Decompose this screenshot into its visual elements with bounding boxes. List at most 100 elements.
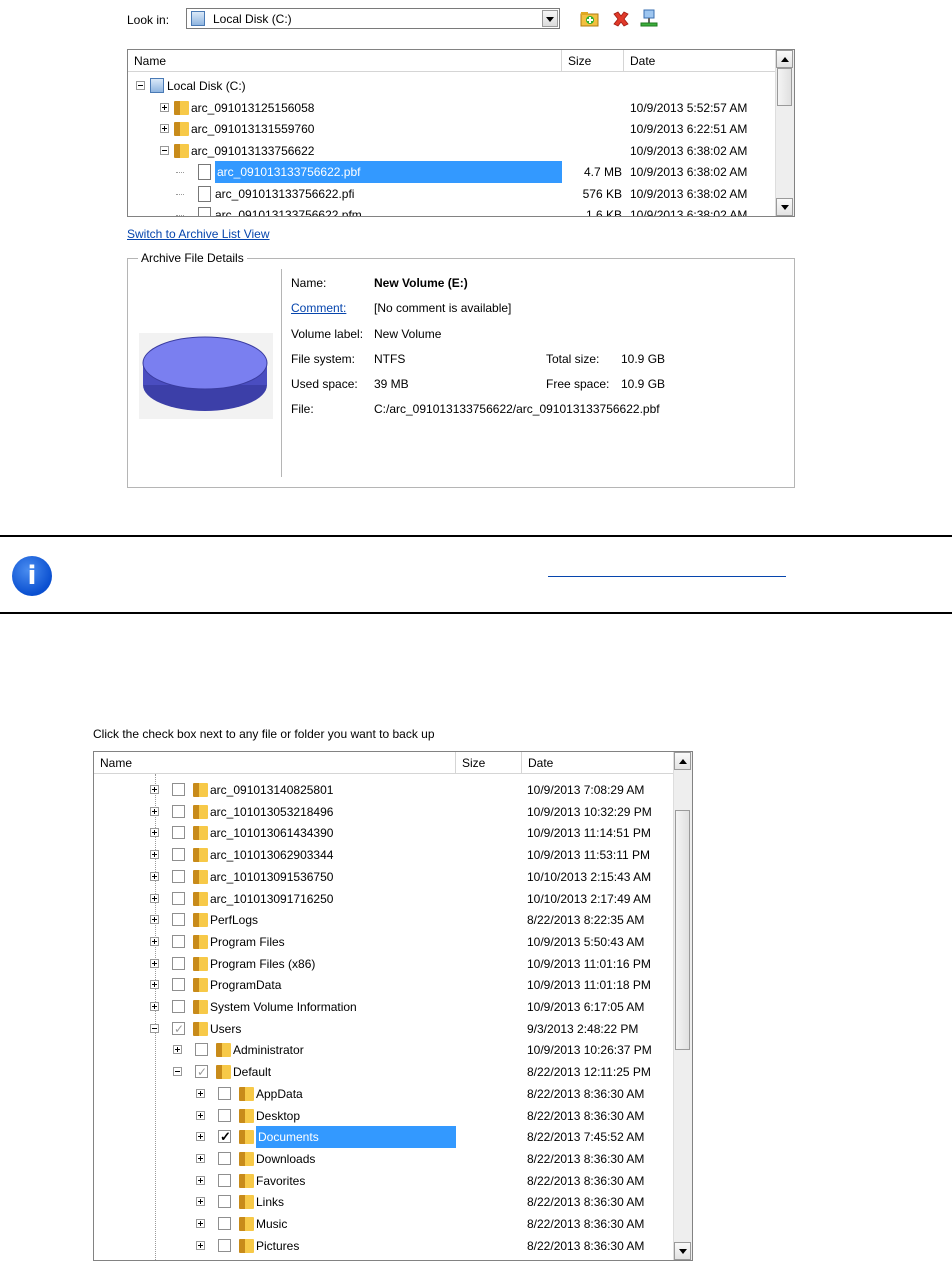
- expand-toggle[interactable]: [160, 102, 169, 112]
- row-checkbox[interactable]: [172, 783, 185, 796]
- backup-column-header-size[interactable]: Size: [456, 752, 522, 774]
- row-checkbox[interactable]: [172, 848, 185, 862]
- table-row[interactable]: arc_101013061434390 10/9/2013 11:14:51 PM: [94, 822, 676, 844]
- backup-tree[interactable]: Name Size Date arc_091013140825801 10/9/2…: [93, 751, 693, 1261]
- row-checkbox[interactable]: [172, 913, 185, 927]
- expand-toggle[interactable]: [196, 1197, 205, 1207]
- expand-toggle[interactable]: [150, 980, 159, 990]
- table-row[interactable]: arc_091013133756622.pfi 576 KB 10/9/2013 6…: [128, 183, 778, 205]
- table-row[interactable]: ProgramData 10/9/2013 11:01:18 PM: [94, 974, 676, 996]
- table-row[interactable]: Program Files 10/9/2013 5:50:43 AM: [94, 931, 676, 953]
- expand-toggle[interactable]: [196, 1110, 205, 1120]
- row-checkbox[interactable]: [172, 1018, 185, 1040]
- row-checkbox[interactable]: [195, 1043, 208, 1057]
- collapse-toggle[interactable]: [173, 1067, 182, 1077]
- scroll-up-button[interactable]: [776, 50, 793, 68]
- table-row[interactable]: arc_101013062903344 10/9/2013 11:53:11 PM: [94, 844, 676, 866]
- expand-toggle[interactable]: [150, 1002, 159, 1011]
- table-row[interactable]: Documents 8/22/2013 7:45:52 AM: [94, 1126, 676, 1149]
- table-row[interactable]: Favorites 8/22/2013 8:36:30 AM: [94, 1170, 676, 1192]
- table-row[interactable]: Users 9/3/2013 2:48:22 PM: [94, 1018, 676, 1040]
- expand-toggle[interactable]: [196, 1219, 205, 1228]
- backup-tree-scrollbar[interactable]: [673, 752, 692, 1260]
- backup-scroll-thumb[interactable]: [675, 810, 690, 1050]
- switch-to-archive-list-link[interactable]: Switch to Archive List View: [127, 227, 270, 241]
- expand-toggle[interactable]: [196, 1132, 205, 1142]
- table-row[interactable]: Links 8/22/2013 8:36:30 AM: [94, 1191, 676, 1213]
- collapse-toggle[interactable]: [160, 145, 169, 155]
- row-checkbox[interactable]: [172, 891, 185, 905]
- table-row[interactable]: System Volume Information 10/9/2013 6:17:…: [94, 996, 676, 1018]
- backup-scroll-down-button[interactable]: [674, 1242, 691, 1260]
- row-checkbox[interactable]: [172, 956, 185, 970]
- table-row[interactable]: arc_101013053218496 10/9/2013 10:32:29 PM: [94, 801, 676, 823]
- table-row[interactable]: arc_101013091536750 10/10/2013 2:15:43 AM: [94, 866, 676, 888]
- table-row[interactable]: arc_091013133756622.pfm 1.6 KB 10/9/2013 6…: [128, 204, 778, 216]
- expand-toggle[interactable]: [196, 1240, 205, 1250]
- note-link-underline[interactable]: [548, 576, 786, 578]
- column-header-name[interactable]: Name: [128, 50, 562, 72]
- expand-toggle[interactable]: [150, 871, 159, 881]
- expand-toggle[interactable]: [196, 1175, 205, 1185]
- collapse-toggle[interactable]: [136, 81, 145, 90]
- row-checkbox[interactable]: [195, 1061, 208, 1083]
- look-in-dropdown-button[interactable]: [542, 10, 558, 27]
- table-row[interactable]: arc_091013140825801 10/9/2013 7:08:29 AM: [94, 779, 676, 801]
- table-row[interactable]: arc_091013133756622.pbf 4.7 MB 10/9/2013 6…: [128, 161, 778, 183]
- table-row[interactable]: Program Files (x86) 10/9/2013 11:01:16 PM: [94, 953, 676, 975]
- table-row[interactable]: AppData 8/22/2013 8:36:30 AM: [94, 1083, 676, 1105]
- table-row[interactable]: PerfLogs 8/22/2013 8:22:35 AM: [94, 909, 676, 931]
- table-row[interactable]: arc_091013133756622 10/9/2013 6:38:02 AM: [128, 140, 778, 162]
- backup-scroll-up-button[interactable]: [674, 752, 691, 770]
- expand-toggle[interactable]: [150, 958, 159, 968]
- row-checkbox[interactable]: [172, 804, 185, 818]
- expand-toggle[interactable]: [150, 806, 159, 816]
- row-checkbox[interactable]: [218, 1108, 231, 1122]
- expand-toggle[interactable]: [196, 1153, 205, 1163]
- collapse-toggle[interactable]: [150, 1023, 159, 1033]
- expand-toggle[interactable]: [150, 828, 159, 838]
- archive-tree-scrollbar[interactable]: [775, 50, 794, 216]
- table-row[interactable]: Local Disk (C:): [128, 75, 778, 97]
- row-checkbox[interactable]: [218, 1173, 231, 1187]
- row-checkbox[interactable]: [172, 934, 185, 948]
- expand-toggle[interactable]: [150, 915, 159, 925]
- expand-toggle[interactable]: [160, 124, 169, 133]
- expand-toggle[interactable]: [196, 1088, 205, 1098]
- table-row[interactable]: arc_091013131559760 10/9/2013 6:22:51 AM: [128, 118, 778, 140]
- expand-toggle[interactable]: [173, 1045, 182, 1055]
- delete-icon[interactable]: [611, 9, 631, 29]
- table-row[interactable]: Administrator 10/9/2013 10:26:37 PM: [94, 1039, 676, 1061]
- expand-toggle[interactable]: [150, 785, 159, 794]
- table-row[interactable]: Default 8/22/2013 12:11:25 PM: [94, 1061, 676, 1083]
- row-checkbox[interactable]: [218, 1126, 231, 1148]
- table-row[interactable]: arc_101013091716250 10/10/2013 2:17:49 AM: [94, 888, 676, 910]
- row-checkbox[interactable]: [172, 1000, 185, 1013]
- comment-link[interactable]: Comment:: [291, 301, 346, 315]
- backup-column-header-date[interactable]: Date: [522, 752, 676, 774]
- column-header-date[interactable]: Date: [624, 50, 778, 72]
- row-checkbox[interactable]: [172, 978, 185, 992]
- table-row[interactable]: Desktop 8/22/2013 8:36:30 AM: [94, 1105, 676, 1127]
- row-checkbox[interactable]: [218, 1238, 231, 1252]
- table-row[interactable]: Pictures 8/22/2013 8:36:30 AM: [94, 1235, 676, 1257]
- column-header-size[interactable]: Size: [562, 50, 624, 72]
- backup-column-header-name[interactable]: Name: [94, 752, 456, 774]
- row-checkbox[interactable]: [218, 1195, 231, 1209]
- expand-toggle[interactable]: [150, 850, 159, 860]
- network-icon[interactable]: [639, 9, 659, 29]
- row-checkbox[interactable]: [172, 869, 185, 883]
- archive-tree[interactable]: Name Size Date Local Disk (C:) arc_091013…: [127, 49, 795, 217]
- row-checkbox[interactable]: [218, 1217, 231, 1230]
- new-folder-icon[interactable]: [580, 9, 600, 29]
- scroll-down-button[interactable]: [776, 198, 793, 216]
- row-checkbox[interactable]: [218, 1151, 231, 1165]
- row-checkbox[interactable]: [218, 1086, 231, 1100]
- row-checkbox[interactable]: [172, 826, 185, 840]
- expand-toggle[interactable]: [150, 893, 159, 903]
- table-row[interactable]: Music 8/22/2013 8:36:30 AM: [94, 1213, 676, 1235]
- table-row[interactable]: Downloads 8/22/2013 8:36:30 AM: [94, 1148, 676, 1170]
- expand-toggle[interactable]: [150, 936, 159, 946]
- table-row[interactable]: arc_091013125156058 10/9/2013 5:52:57 AM: [128, 97, 778, 119]
- look-in-combo[interactable]: Local Disk (C:): [186, 8, 560, 29]
